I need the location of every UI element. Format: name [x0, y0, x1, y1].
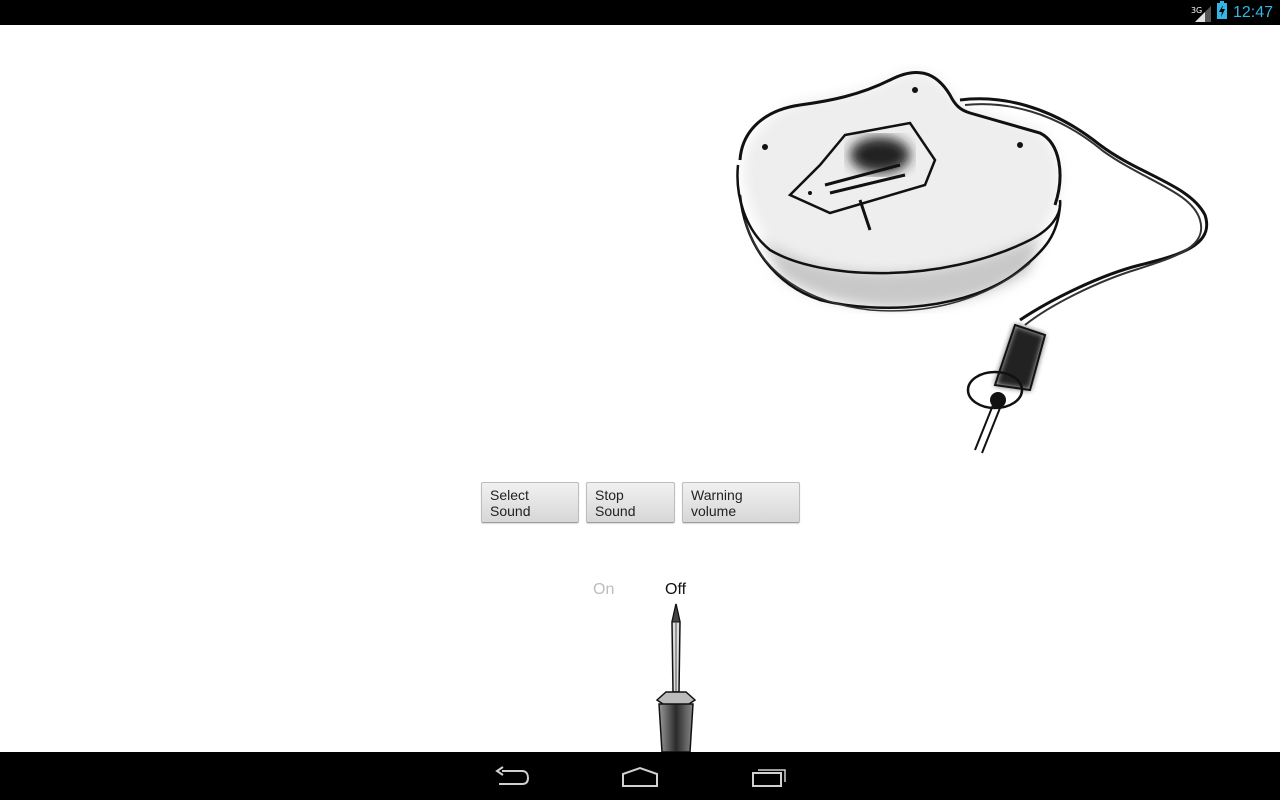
signal-icon: 3G — [1190, 4, 1211, 22]
recent-apps-icon[interactable] — [739, 762, 799, 792]
home-icon[interactable] — [610, 762, 670, 792]
warning-volume-button[interactable]: Warning volume — [682, 482, 800, 523]
status-clock: 12:47 — [1232, 3, 1273, 21]
on-off-lever-switch[interactable] — [650, 600, 702, 757]
guitar-sketch-illustration — [720, 35, 1220, 470]
battery-charging-icon — [1216, 1, 1227, 24]
status-icons: 3G 12:47 — [1190, 0, 1273, 25]
navigation-bar — [0, 752, 1280, 800]
toggle-on-label[interactable]: On — [593, 581, 614, 599]
back-icon[interactable] — [482, 762, 542, 792]
select-sound-button[interactable]: Select Sound — [481, 482, 579, 523]
button-row: Select Sound Stop Sound Warning volume — [481, 482, 800, 523]
stop-sound-button[interactable]: Stop Sound — [586, 482, 675, 523]
network-type-label: 3G — [1190, 5, 1203, 15]
status-bar: 3G 12:47 — [0, 0, 1280, 25]
toggle-off-label[interactable]: Off — [665, 581, 686, 599]
